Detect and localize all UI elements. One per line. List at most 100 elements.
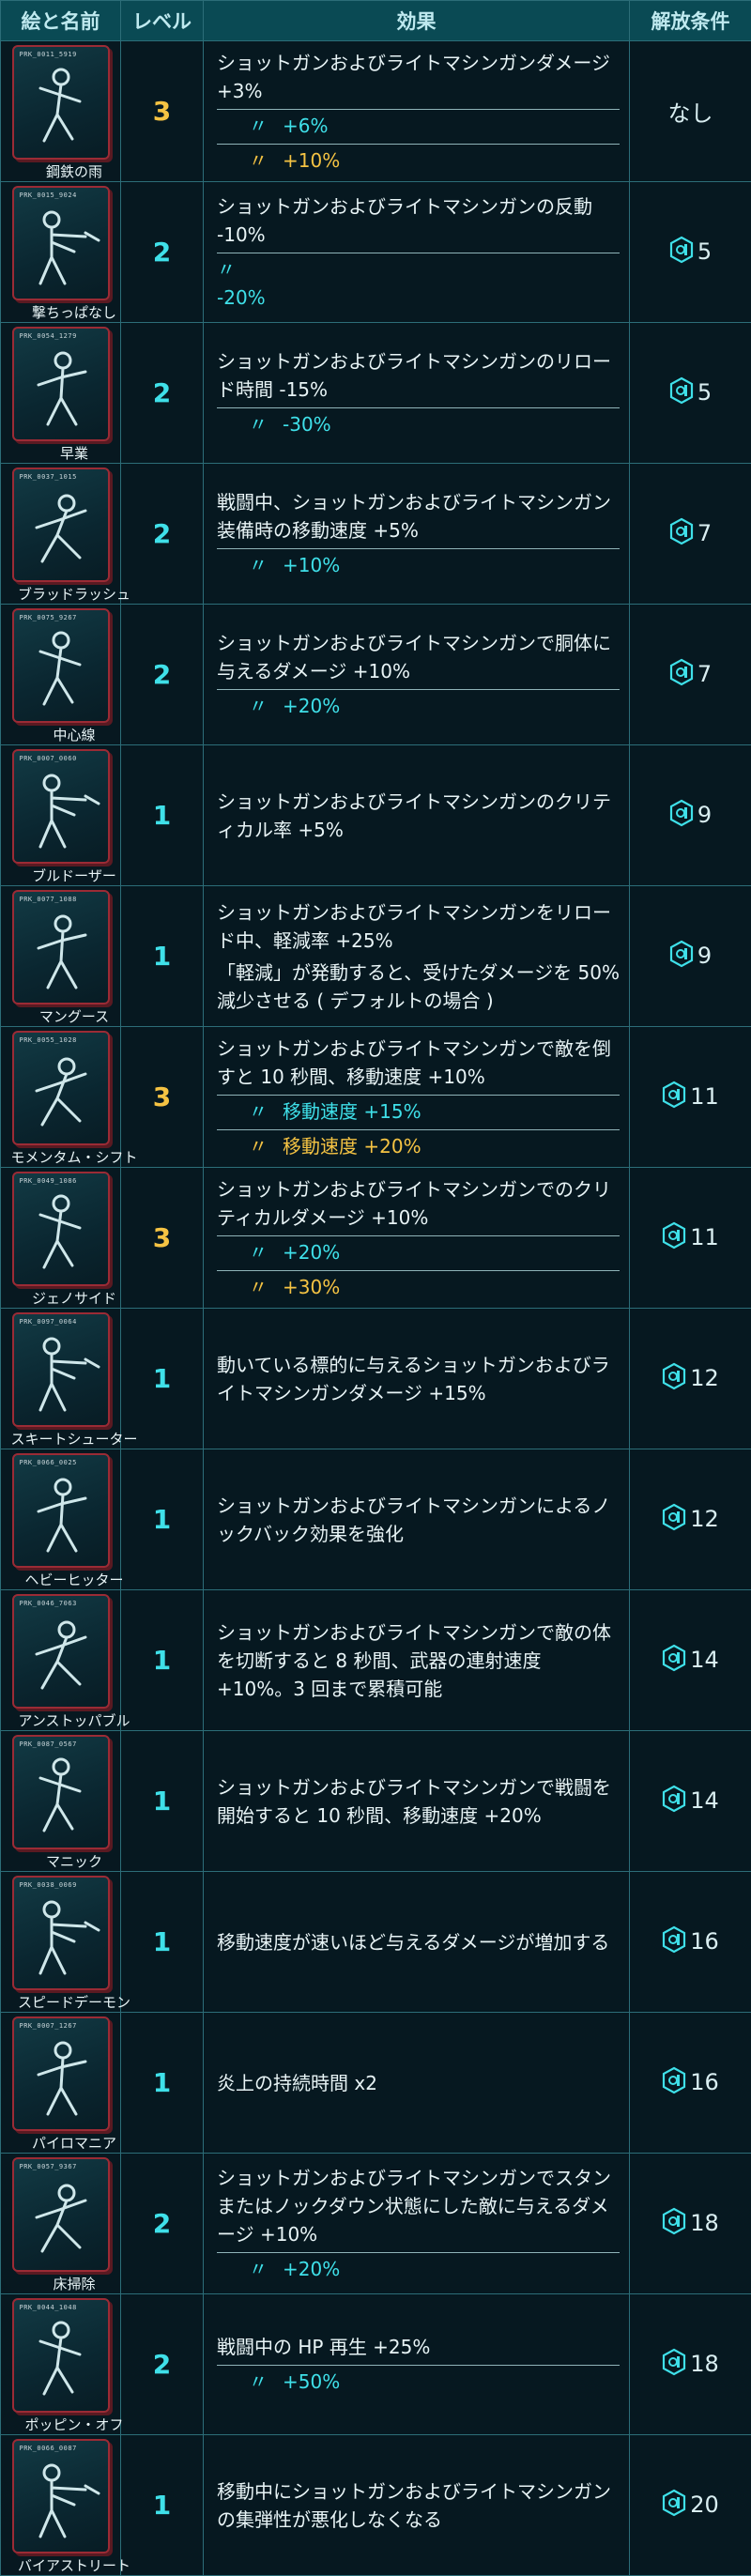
perk-unlock: 5 xyxy=(630,323,751,464)
perk-effect: 移動中にショットガンおよびライトマシンガンの集弾性が悪化しなくなる xyxy=(204,2435,630,2576)
ditto-mark: 〃 xyxy=(249,115,268,137)
effect-rank-row: 〃+20% xyxy=(217,1235,620,1266)
effect-text: ショットガンおよびライトマシンガンで敵を倒すと 10 秒間、移動速度 +10% xyxy=(217,1035,620,1091)
header-level: レベル xyxy=(121,1,204,41)
perk-unlock: 14 xyxy=(630,1590,751,1731)
perk-art-cell: PRK_0049_1086ジェノサイド xyxy=(1,1168,121,1309)
street-cred-icon xyxy=(662,2348,686,2382)
effect-text: ショットガンおよびライトマシンガンをリロード中、軽減率 +25% xyxy=(217,898,620,955)
unlock-value: 16 xyxy=(690,2069,719,2095)
effect-text: ショットガンおよびライトマシンガンの反動 -10% xyxy=(217,192,620,249)
ditto-mark: 〃 xyxy=(249,413,268,436)
card-id-label: PRK_0011_5919 xyxy=(20,51,77,58)
street-cred-icon xyxy=(662,1925,686,1959)
street-cred-icon xyxy=(662,1081,686,1114)
perk-level: 1 xyxy=(121,1590,204,1731)
card-id-label: PRK_0055_1028 xyxy=(20,1036,77,1044)
unlock-value: 20 xyxy=(690,2492,719,2518)
perk-art-cell: PRK_0054_1279早業 xyxy=(1,323,121,464)
perk-level: 1 xyxy=(121,1309,204,1449)
perk-level: 1 xyxy=(121,2013,204,2154)
perk-name: スピードデーモン xyxy=(1,1992,147,2012)
perk-card-image: PRK_0054_1279 xyxy=(12,327,110,441)
perk-effect: ショットガンおよびライトマシンガンで胴体に与えるダメージ +10%〃+20% xyxy=(204,605,630,745)
rank-value: +20% xyxy=(283,695,340,717)
card-id-label: PRK_0097_0064 xyxy=(20,1318,77,1326)
perk-card-image: PRK_0055_1028 xyxy=(12,1031,110,1145)
effect-rank-row: 〃-30% xyxy=(217,407,620,438)
perk-unlock: 5 xyxy=(630,182,751,323)
rank-value: -20% xyxy=(217,286,266,309)
table-row: PRK_0049_1086ジェノサイド3ショットガンおよびライトマシンガンでのク… xyxy=(1,1168,751,1309)
effect-text: ショットガンおよびライトマシンガンでスタンまたはノックダウン状態にした敵に与える… xyxy=(217,2164,620,2248)
perk-unlock: 18 xyxy=(630,2154,751,2294)
perk-name: アンストッパブル xyxy=(1,1710,147,1730)
perk-effect: ショットガンおよびライトマシンガンのクリティカル率 +5% xyxy=(204,745,630,886)
effect-text: 移動速度が速いほど与えるダメージが増加する xyxy=(217,1928,620,1956)
street-cred-icon xyxy=(662,1221,686,1255)
perk-unlock: 16 xyxy=(630,1872,751,2013)
perk-effect: ショットガンおよびライトマシンガンで敵を倒すと 10 秒間、移動速度 +10% 〃… xyxy=(204,1027,630,1168)
card-id-label: PRK_0044_1048 xyxy=(20,2304,77,2311)
ditto-mark: 〃 xyxy=(249,1135,268,1158)
perk-effect: ショットガンおよびライトマシンガンによるノックバック効果を強化 xyxy=(204,1449,630,1590)
perk-unlock: 12 xyxy=(630,1449,751,1590)
unlock-value: 16 xyxy=(690,1928,719,1955)
street-cred-icon xyxy=(669,236,694,269)
effect-text: 「軽減」が発動すると、受けたダメージを 50% 減少させる ( デフォルトの場合… xyxy=(217,958,620,1015)
header-unlock: 解放条件 xyxy=(630,1,751,41)
card-id-label: PRK_0046_7063 xyxy=(20,1600,77,1607)
perk-card-image: PRK_0097_0064 xyxy=(12,1312,110,1427)
unlock-value: 18 xyxy=(690,2351,719,2377)
perk-unlock: なし xyxy=(630,41,751,182)
effect-text: 移動中にショットガンおよびライトマシンガンの集弾性が悪化しなくなる xyxy=(217,2477,620,2534)
perk-level: 2 xyxy=(121,464,204,605)
perk-unlock: 18 xyxy=(630,2294,751,2435)
card-id-label: PRK_0007_0060 xyxy=(20,755,77,762)
ditto-mark: 〃 xyxy=(249,1276,268,1298)
perk-table: 絵と名前 レベル 効果 解放条件 PRK_0011_5919鋼鉄の雨3ショットガ… xyxy=(0,0,751,2576)
perk-unlock: 12 xyxy=(630,1309,751,1449)
perk-effect: 動いている標的に与えるショットガンおよびライトマシンガンダメージ +15% xyxy=(204,1309,630,1449)
perk-unlock: 16 xyxy=(630,2013,751,2154)
perk-level: 1 xyxy=(121,1872,204,2013)
effect-text: ショットガンおよびライトマシンガンで敵の体を切断すると 8 秒間、武器の連射速度… xyxy=(217,1618,620,1703)
perk-art-cell: PRK_0046_7063アンストッパブル xyxy=(1,1590,121,1731)
street-cred-icon xyxy=(662,2489,686,2522)
perk-art-cell: PRK_0007_0060ブルドーザー xyxy=(1,745,121,886)
card-id-label: PRK_0066_0025 xyxy=(20,1459,77,1466)
perk-card-image: PRK_0049_1086 xyxy=(12,1172,110,1286)
card-id-label: PRK_0007_1267 xyxy=(20,2022,77,2030)
perk-level: 2 xyxy=(121,2154,204,2294)
unlock-value: なし xyxy=(668,100,713,127)
rank-value: +10% xyxy=(283,149,340,172)
effect-rank-row: 〃+20% xyxy=(217,2252,620,2283)
perk-unlock: 11 xyxy=(630,1168,751,1309)
street-cred-icon xyxy=(669,799,694,833)
perk-art-cell: PRK_0037_1015ブラッドラッシュ xyxy=(1,464,121,605)
perk-name: バイアストリート xyxy=(1,2555,147,2575)
perk-art-cell: PRK_0077_1088マングース xyxy=(1,886,121,1027)
card-id-label: PRK_0038_0069 xyxy=(20,1881,77,1889)
perk-card-image: PRK_0044_1048 xyxy=(12,2298,110,2413)
perk-art-cell: PRK_0038_0069スピードデーモン xyxy=(1,1872,121,2013)
perk-table-body: PRK_0011_5919鋼鉄の雨3ショットガンおよびライトマシンガンダメージ … xyxy=(1,41,751,2576)
unlock-value: 12 xyxy=(690,1506,719,1532)
perk-art-cell: PRK_0057_9367床掃除 xyxy=(1,2154,121,2294)
table-row: PRK_0038_0069スピードデーモン1移動速度が速いほど与えるダメージが増… xyxy=(1,1872,751,2013)
effect-text: ショットガンおよびライトマシンガンのクリティカル率 +5% xyxy=(217,788,620,844)
effect-text: 戦闘中の HP 再生 +25% xyxy=(217,2333,620,2361)
table-row: PRK_0007_1267パイロマニア1炎上の持続時間 x216 xyxy=(1,2013,751,2154)
effect-rank-row: 〃移動速度 +20% xyxy=(217,1129,620,1160)
perk-effect: 戦闘中の HP 再生 +25%〃+50% xyxy=(204,2294,630,2435)
perk-effect: ショットガンおよびライトマシンガンで敵の体を切断すると 8 秒間、武器の連射速度… xyxy=(204,1590,630,1731)
effect-text: 戦闘中、ショットガンおよびライトマシンガン装備時の移動速度 +5% xyxy=(217,488,620,544)
rank-value: 移動速度 +15% xyxy=(283,1100,421,1123)
card-id-label: PRK_0049_1086 xyxy=(20,1177,77,1185)
street-cred-icon xyxy=(662,2066,686,2100)
effect-rank-row: 〃+10% xyxy=(217,144,620,175)
perk-effect: ショットガンおよびライトマシンガンダメージ +3%〃+6%〃+10% xyxy=(204,41,630,182)
perk-level: 2 xyxy=(121,605,204,745)
perk-art-cell: PRK_0087_0567マニック xyxy=(1,1731,121,1872)
perk-card-image: PRK_0066_0087 xyxy=(12,2439,110,2553)
